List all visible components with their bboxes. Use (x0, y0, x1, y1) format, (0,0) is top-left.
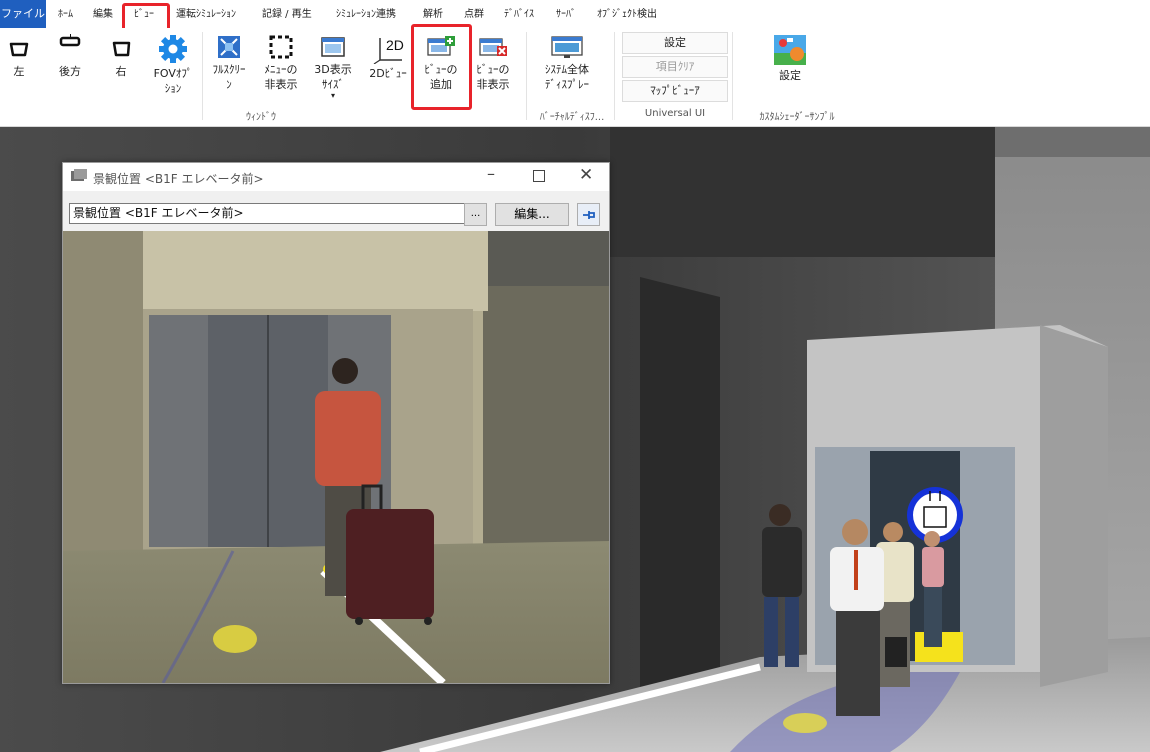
group-label-universal-ui: Universal UI (644, 108, 706, 119)
group-label-custom-shader: ｶｽﾀﾑｼｪｰﾀﾞｰｻﾝﾌﾟﾙ (759, 112, 835, 123)
fullscreen-label-1: ﾌﾙｽｸﾘｰ (212, 63, 246, 76)
close-icon[interactable]: ✕ (579, 165, 593, 185)
camera-back-icon (57, 32, 83, 62)
tab-home[interactable]: ﾎｰﾑ (58, 4, 73, 26)
maximize-icon[interactable] (533, 170, 545, 182)
system-display-button[interactable]: ｼｽﾃﾑ全体 ﾃﾞｨｽﾌﾟﾚｰ (534, 34, 600, 92)
camera-left-icon (6, 36, 32, 62)
menu-tab-bar: ファイル ﾎｰﾑ 編集 ﾋﾞｭｰ 運転ｼﾐｭﾚｰｼｮﾝ 記録 / 再生 ｼﾐｭﾚ… (0, 0, 1150, 34)
subwindow-title: 景観位置 <B1F エレベータ前> (93, 172, 264, 186)
camera-right-icon (108, 36, 134, 62)
clear-items-button[interactable]: 項目ｸﾘｱ (622, 56, 728, 78)
fullscreen-button[interactable]: ﾌﾙｽｸﾘｰ ﾝ (206, 34, 252, 92)
tab-device[interactable]: ﾃﾞﾊﾞｲｽ (504, 4, 534, 26)
tab-file[interactable]: ファイル (0, 0, 46, 28)
display-size-3d-button[interactable]: 3D表示 ｻｲｽﾞ ▾ (310, 34, 356, 100)
system-display-label-2: ﾃﾞｨｽﾌﾟﾚｰ (545, 78, 589, 91)
tab-drive-simulation[interactable]: 運転ｼﾐｭﾚｰｼｮﾝ (176, 4, 236, 26)
fov-option-label-1: FOVｵﾌﾟ (153, 67, 193, 80)
tab-server[interactable]: ｻｰﾊﾞ (556, 4, 576, 26)
camera-back-button[interactable]: 後方 (52, 32, 88, 79)
camera-left-label: 左 (13, 65, 25, 78)
subwindow-3d-view[interactable] (63, 231, 609, 683)
window-size-icon (320, 34, 346, 60)
fullscreen-label-2: ﾝ (226, 78, 232, 91)
edit-button[interactable]: 編集... (495, 203, 569, 226)
monitor-icon (550, 34, 584, 60)
camera-back-label: 後方 (59, 65, 81, 78)
gear-icon (158, 34, 188, 64)
hide-view-icon (478, 34, 508, 60)
pin-icon (583, 211, 595, 219)
camera-left-button[interactable]: 左 (4, 36, 34, 79)
ribbon: 左 後方 右 FOVｵﾌﾟ ｼｮﾝ ﾌﾙｽｸﾘｰ ﾝ ﾒﾆｭｰの 非表示 3D表… (0, 24, 1150, 127)
group-label-virtual-display: ﾊﾞｰﾁｬﾙﾃﾞｨｽﾌ... (539, 112, 605, 123)
display-size-3d-label-1: 3D表示 (314, 63, 352, 76)
view-subwindow: 景観位置 <B1F エレベータ前> – ✕ 景観位置 <B1F エレベータ前> … (62, 162, 610, 684)
fov-option-button[interactable]: FOVｵﾌﾟ ｼｮﾝ (150, 34, 196, 96)
minimize-icon[interactable]: – (487, 164, 495, 183)
group-label-window: ｳｨﾝﾄﾞｳ (246, 112, 276, 123)
axes-2d-icon: 2D (370, 34, 406, 65)
hide-view-label-1: ﾋﾞｭｰの (476, 63, 510, 76)
add-view-highlight (411, 24, 472, 110)
display-size-3d-label-2: ｻｲｽﾞ (322, 78, 344, 91)
shader-sample-icon (773, 34, 807, 66)
fov-option-label-2: ｼｮﾝ (164, 82, 182, 95)
dropdown-arrow-icon: ▾ (330, 91, 335, 100)
camera-right-label: 右 (115, 65, 127, 78)
tab-edit[interactable]: 編集 (93, 4, 113, 26)
pin-button[interactable] (577, 203, 600, 226)
view-2d-label: 2Dﾋﾞｭｰ (369, 67, 407, 80)
view-position-field[interactable]: 景観位置 <B1F エレベータ前> (69, 203, 466, 224)
tab-simulation-link[interactable]: ｼﾐｭﾚｰｼｮﾝ連携 (336, 4, 396, 26)
tab-object-detection[interactable]: ｵﾌﾞｼﾞｪｸﾄ検出 (597, 4, 657, 26)
browse-button[interactable]: ... (464, 203, 487, 226)
shader-settings-label: 設定 (779, 69, 801, 82)
system-display-label-1: ｼｽﾃﾑ全体 (545, 63, 589, 76)
fullscreen-icon (216, 34, 242, 60)
shader-settings-button[interactable]: 設定 (766, 34, 814, 83)
subwindow-toolbar: 景観位置 <B1F エレベータ前> ... 編集... (63, 191, 609, 231)
camera-right-button[interactable]: 右 (106, 36, 136, 79)
hide-view-button[interactable]: ﾋﾞｭｰの 非表示 (468, 34, 518, 92)
hide-menu-button[interactable]: ﾒﾆｭｰの 非表示 (258, 34, 304, 92)
svg-text:2D: 2D (386, 37, 404, 53)
hide-menu-label-2: 非表示 (264, 78, 298, 91)
map-viewer-button[interactable]: ﾏｯﾌﾟﾋﾞｭｰｱ (622, 80, 728, 102)
tab-point-cloud[interactable]: 点群 (464, 4, 484, 26)
window-app-icon (71, 169, 87, 183)
tab-analysis[interactable]: 解析 (423, 4, 443, 26)
hide-view-label-2: 非表示 (476, 78, 510, 91)
subwindow-titlebar[interactable]: 景観位置 <B1F エレベータ前> – ✕ (63, 163, 609, 191)
view-2d-button[interactable]: 2D 2Dﾋﾞｭｰ (364, 34, 412, 81)
dashed-frame-icon (268, 34, 294, 60)
hide-menu-label-1: ﾒﾆｭｰの (264, 63, 298, 76)
universal-settings-button[interactable]: 設定 (622, 32, 728, 54)
tab-record-playback[interactable]: 記録 / 再生 (262, 4, 312, 26)
